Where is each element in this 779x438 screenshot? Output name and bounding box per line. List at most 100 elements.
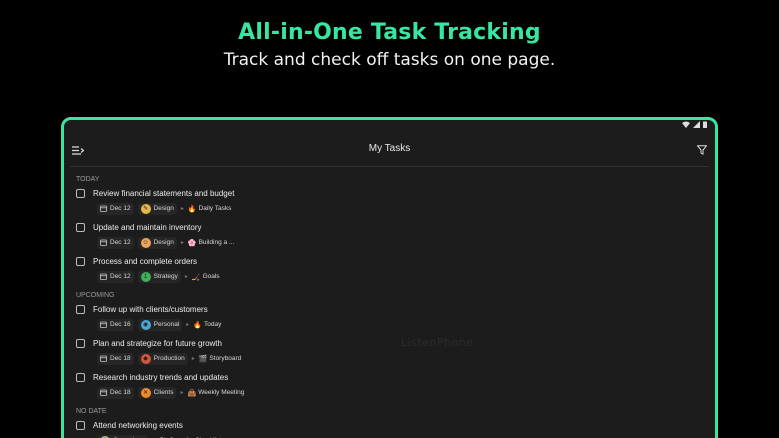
due-date: Dec 16 — [110, 321, 131, 328]
task-checkbox[interactable] — [76, 339, 85, 348]
list-name: Goals — [202, 273, 220, 280]
signal-icon — [693, 121, 700, 128]
due-date: Dec 12 — [110, 205, 131, 212]
list-emoji-icon: 🌸 — [187, 239, 197, 247]
due-date-chip[interactable]: Dec 18 — [97, 386, 134, 399]
due-date: Dec 18 — [110, 355, 131, 362]
list-label[interactable]: 🎬 Storyboard — [199, 355, 242, 363]
watermark: ListenPhone — [401, 336, 474, 349]
list-emoji-icon: 🔥 — [187, 205, 197, 213]
promo-headline: All-in-One Task Tracking — [238, 20, 541, 45]
due-date-chip[interactable]: Dec 12 — [97, 236, 134, 249]
task-title: Process and complete orders — [93, 257, 198, 266]
chevron-right-icon: ▸ — [180, 390, 184, 396]
chevron-right-icon: ▸ — [184, 274, 188, 280]
project-chip[interactable]: ☺ Design — [137, 236, 177, 249]
menu-lines-icon[interactable] — [72, 142, 85, 160]
project-chip[interactable]: ✎ Design — [137, 202, 177, 215]
task-title: Review financial statements and budget — [93, 189, 235, 198]
task-meta: Dec 18 ✕ Clients ▸ 👜 Weekly Meeting — [97, 386, 705, 399]
list-name: Building a ... — [198, 239, 235, 246]
app-bar: My Tasks — [64, 130, 715, 166]
chevron-right-icon: ▸ — [180, 240, 184, 246]
task-checkbox[interactable] — [76, 305, 85, 314]
project-icon: ☺ — [140, 237, 151, 248]
task-item[interactable]: Plan and strategize for future growth Dec… — [76, 337, 705, 365]
project-icon: ◆ — [140, 353, 151, 364]
task-checkbox[interactable] — [76, 257, 85, 266]
status-bar — [64, 120, 715, 130]
task-checkbox[interactable] — [76, 189, 85, 198]
project-icon: ✕ — [140, 387, 151, 398]
task-title: Update and maintain inventory — [93, 223, 202, 232]
due-date-chip[interactable]: Dec 18 — [97, 352, 134, 365]
task-item[interactable]: Review financial statements and budget De… — [76, 187, 705, 215]
task-meta: Dec 12 1 Strategy ▸ 🏒 Goals — [97, 270, 705, 283]
project-chip[interactable]: 1 Strategy — [137, 270, 181, 283]
calendar-icon — [100, 239, 107, 246]
task-checkbox[interactable] — [76, 421, 85, 430]
due-date: Dec 12 — [110, 273, 131, 280]
task-meta: Dec 18 ◆ Production ▸ 🎬 Storyboard — [97, 352, 705, 365]
project-icon: ◉ — [140, 319, 151, 330]
device-frame: My Tasks TODAY Review financial statement… — [61, 117, 718, 438]
chevron-right-icon: ▸ — [186, 322, 190, 328]
promo-subhead: Track and check off tasks on one page. — [223, 50, 556, 70]
task-list: TODAY Review financial statements and bud… — [64, 176, 715, 438]
task-item[interactable]: Research industry trends and updates Dec … — [76, 371, 705, 399]
section-header: NO DATE — [76, 408, 107, 415]
task-title: Follow up with clients/customers — [93, 305, 208, 314]
task-checkbox[interactable] — [76, 373, 85, 382]
chevron-right-icon: ▸ — [191, 356, 195, 362]
task-title: Research industry trends and updates — [93, 373, 229, 382]
due-date-chip[interactable]: Dec 12 — [97, 270, 134, 283]
list-label[interactable]: 🏒 Goals — [192, 273, 220, 281]
filter-icon[interactable] — [697, 142, 707, 160]
list-name: Today — [204, 321, 222, 328]
task-item[interactable]: Attend networking events ⚙Operations▸🔐Sec… — [76, 419, 705, 438]
due-date-chip[interactable]: Dec 12 — [97, 202, 134, 215]
calendar-icon — [100, 355, 107, 362]
project-name: Design — [153, 239, 174, 246]
project-name: Design — [153, 205, 174, 212]
project-name: Production — [153, 355, 185, 362]
project-name: Personal — [153, 321, 180, 328]
section-header: UPCOMING — [76, 292, 115, 299]
project-chip[interactable]: ◆ Production — [137, 352, 188, 365]
page-title: My Tasks — [368, 142, 411, 154]
chevron-right-icon: ▸ — [180, 206, 184, 212]
task-item[interactable]: Follow up with clients/customers Dec 16 ◉ P… — [76, 303, 705, 331]
list-label[interactable]: 🔥 Today — [193, 321, 221, 329]
project-name: Strategy — [153, 273, 178, 280]
due-date: Dec 12 — [110, 239, 131, 246]
battery-icon — [703, 121, 707, 128]
project-name: Clients — [153, 389, 174, 396]
calendar-icon — [100, 273, 107, 280]
task-item[interactable]: Update and maintain inventory Dec 12 ☺ Desi… — [76, 221, 705, 249]
task-meta: Dec 16 ◉ Personal ▸ 🔥 Today — [97, 318, 705, 331]
project-icon: 1 — [140, 271, 151, 282]
task-meta: Dec 12 ☺ Design ▸ 🌸 Building a ... — [97, 236, 705, 249]
due-date-chip[interactable]: Dec 16 — [97, 318, 134, 331]
task-meta: Dec 12 ✎ Design ▸ 🔥 Daily Tasks — [97, 202, 705, 215]
list-name: Weekly Meeting — [198, 389, 245, 396]
project-chip[interactable]: ⚙Operations — [97, 434, 148, 438]
list-label[interactable]: 🌸 Building a ... — [188, 239, 235, 247]
calendar-icon — [100, 389, 107, 396]
list-label[interactable]: 🔥 Daily Tasks — [188, 205, 231, 213]
list-emoji-icon: 🎬 — [198, 355, 208, 363]
task-meta: ⚙Operations▸🔐Security Checklist — [97, 434, 705, 438]
project-chip[interactable]: ◉ Personal — [137, 318, 183, 331]
list-name: Daily Tasks — [198, 205, 232, 212]
task-title: Attend networking events — [93, 421, 183, 430]
project-chip[interactable]: ✕ Clients — [137, 386, 177, 399]
task-item[interactable]: Process and complete orders Dec 12 1 Strate… — [76, 255, 705, 283]
wifi-icon — [682, 121, 690, 128]
project-icon: ✎ — [140, 203, 151, 214]
task-checkbox[interactable] — [76, 223, 85, 232]
calendar-icon — [100, 205, 107, 212]
list-label[interactable]: 👜 Weekly Meeting — [188, 389, 245, 397]
section-header: TODAY — [76, 176, 100, 183]
task-title: Plan and strategize for future growth — [93, 339, 222, 348]
calendar-icon — [100, 321, 107, 328]
